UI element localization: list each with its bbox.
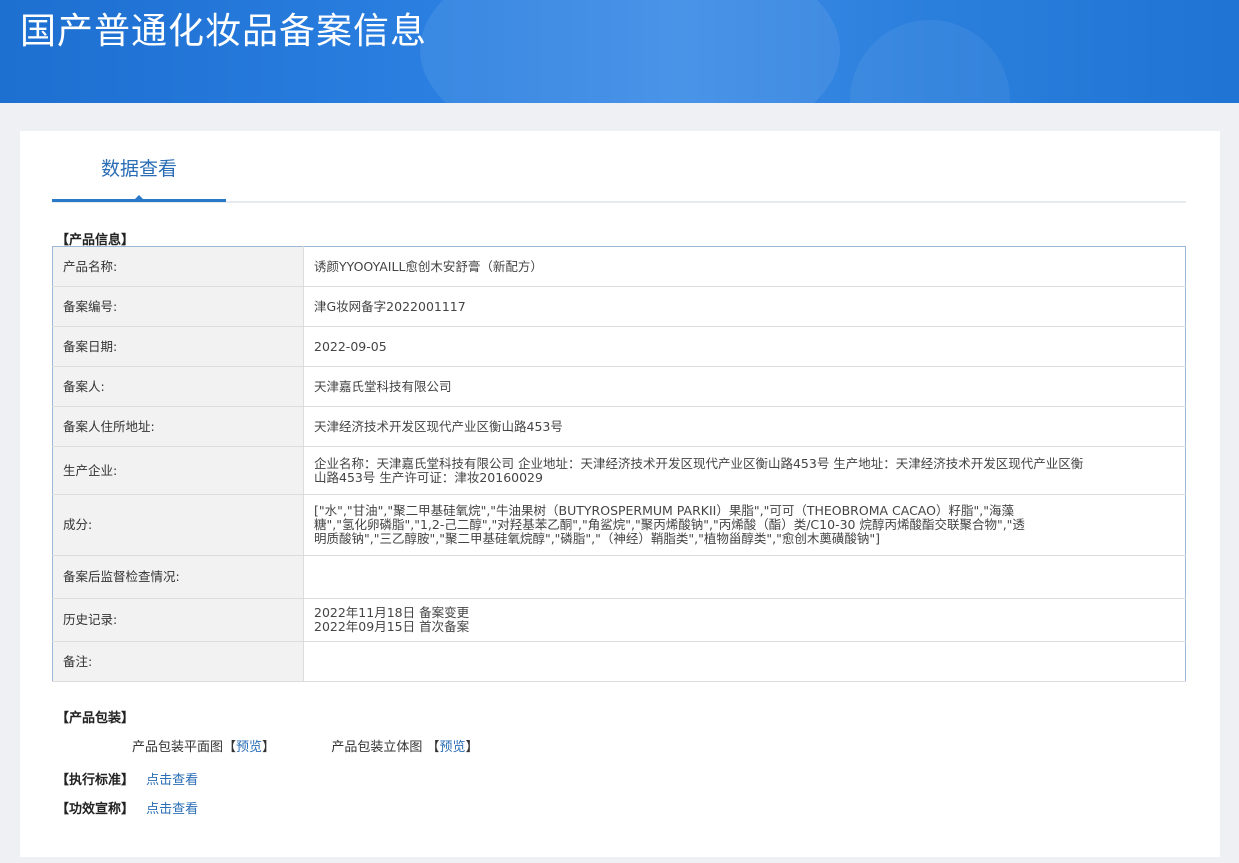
field-label: 成分: (52, 494, 304, 556)
field-value-line: 天津嘉氏堂科技有限公司 (314, 378, 452, 394)
tab-data-view[interactable]: 数据查看 (52, 131, 226, 202)
standard-row: 【执行标准】 点击查看 (56, 769, 198, 788)
table-row: 产品名称: 诱颜YYOOYAILL愈创木安舒膏（新配方） (52, 246, 1186, 287)
field-value-line: 糖","氢化卵磷脂","1,2-己二醇","对羟基苯乙酮","角鲨烷","聚丙烯… (314, 517, 1025, 532)
header-banner: 国产普通化妆品备案信息 (0, 0, 1239, 103)
field-value: ["水","甘油","聚二甲基硅氧烷","牛油果树（BUTYROSPERMUM … (303, 494, 1186, 556)
packaging-flat-label: 产品包装平面图 (132, 740, 224, 755)
table-row: 历史记录: 2022年11月18日 备案变更 2022年09月15日 首次备案 (52, 598, 1186, 642)
table-row: 备案人: 天津嘉氏堂科技有限公司 (52, 366, 1186, 407)
field-label: 生产企业: (52, 446, 304, 495)
field-value-line: 2022年11月18日 备案变更 (314, 605, 470, 620)
tab-bar: 数据查看 (52, 131, 1186, 203)
bracket: 】 (465, 740, 479, 755)
field-value-line: 诱颜YYOOYAILL愈创木安舒膏（新配方） (314, 258, 543, 274)
content-card: 数据查看 【产品信息】 产品名称: 诱颜YYOOYAILL愈创木安舒膏（新配方）备… (20, 131, 1220, 857)
standard-view-link[interactable]: 点击查看 (146, 773, 198, 788)
efficacy-label: 【功效宣称】 (56, 802, 135, 817)
table-row: 备案人住所地址: 天津经济技术开发区现代产业区衡山路453号 (52, 406, 1186, 447)
field-label: 备案人: (52, 366, 304, 407)
field-value (303, 555, 1186, 599)
field-value-line: 天津经济技术开发区现代产业区衡山路453号 (314, 418, 563, 434)
packaging-flat-preview-link[interactable]: 预览 (236, 740, 262, 755)
table-row: 备注: (52, 641, 1186, 682)
field-value-line: 明质酸钠","三乙醇胺","聚二甲基硅氧烷醇","磷脂","（神经）鞘脂类","… (314, 531, 880, 546)
field-label: 备案日期: (52, 326, 304, 367)
bracket: 】 (262, 740, 276, 755)
table-row: 生产企业: 企业名称：天津嘉氏堂科技有限公司 企业地址：天津经济技术开发区现代产业… (52, 446, 1186, 495)
efficacy-row: 【功效宣称】 点击查看 (56, 798, 198, 817)
packaging-heading: 【产品包装】 (56, 711, 135, 726)
field-label: 备注: (52, 641, 304, 682)
field-value: 天津经济技术开发区现代产业区衡山路453号 (303, 406, 1186, 447)
table-row: 备案编号: 津G妆网备字2022001117 (52, 286, 1186, 327)
field-label: 产品名称: (52, 246, 304, 287)
field-label: 备案后监督检查情况: (52, 555, 304, 599)
field-value: 企业名称：天津嘉氏堂科技有限公司 企业地址：天津经济技术开发区现代产业区衡山路4… (303, 446, 1186, 495)
tab-active-indicator (133, 195, 145, 201)
field-value: 津G妆网备字2022001117 (303, 286, 1186, 327)
bracket: 【 (426, 740, 440, 755)
banner-decoration (850, 20, 1010, 103)
field-value-line: 2022年09月15日 首次备案 (314, 619, 470, 634)
field-value (303, 641, 1186, 682)
efficacy-view-link[interactable]: 点击查看 (146, 802, 198, 817)
packaging-row: 产品包装平面图【预览】 产品包装立体图 【预览】 (132, 736, 479, 755)
table-row: 成分: ["水","甘油","聚二甲基硅氧烷","牛油果树（BUTYROSPERM… (52, 494, 1186, 556)
table-row: 备案后监督检查情况: (52, 555, 1186, 599)
field-label: 备案人住所地址: (52, 406, 304, 447)
field-value-line: 津G妆网备字2022001117 (314, 298, 466, 314)
field-value: 2022-09-05 (303, 326, 1186, 367)
field-label: 历史记录: (52, 598, 304, 642)
field-value-line: ["水","甘油","聚二甲基硅氧烷","牛油果树（BUTYROSPERMUM … (314, 503, 1014, 518)
field-value: 诱颜YYOOYAILL愈创木安舒膏（新配方） (303, 246, 1186, 287)
page-title: 国产普通化妆品备案信息 (20, 11, 428, 52)
bracket: 【 (223, 740, 237, 755)
packaging-solid-preview-link[interactable]: 预览 (440, 740, 466, 755)
banner-decoration (420, 0, 840, 103)
field-value-line: 2022-09-05 (314, 338, 387, 354)
packaging-solid-label: 产品包装立体图 (331, 740, 423, 755)
field-value: 2022年11月18日 备案变更 2022年09月15日 首次备案 (303, 598, 1186, 642)
standard-label: 【执行标准】 (56, 773, 135, 788)
field-value-line: 企业名称：天津嘉氏堂科技有限公司 企业地址：天津经济技术开发区现代产业区衡山路4… (314, 455, 1084, 471)
product-info-table: 产品名称: 诱颜YYOOYAILL愈创木安舒膏（新配方） 备案编号: 津G妆网备字20… (52, 246, 1186, 682)
field-value: 天津嘉氏堂科技有限公司 (303, 366, 1186, 407)
field-label: 备案编号: (52, 286, 304, 327)
field-value-line: 山路453号 生产许可证：津妆20160029 (314, 469, 543, 485)
table-row: 备案日期: 2022-09-05 (52, 326, 1186, 367)
